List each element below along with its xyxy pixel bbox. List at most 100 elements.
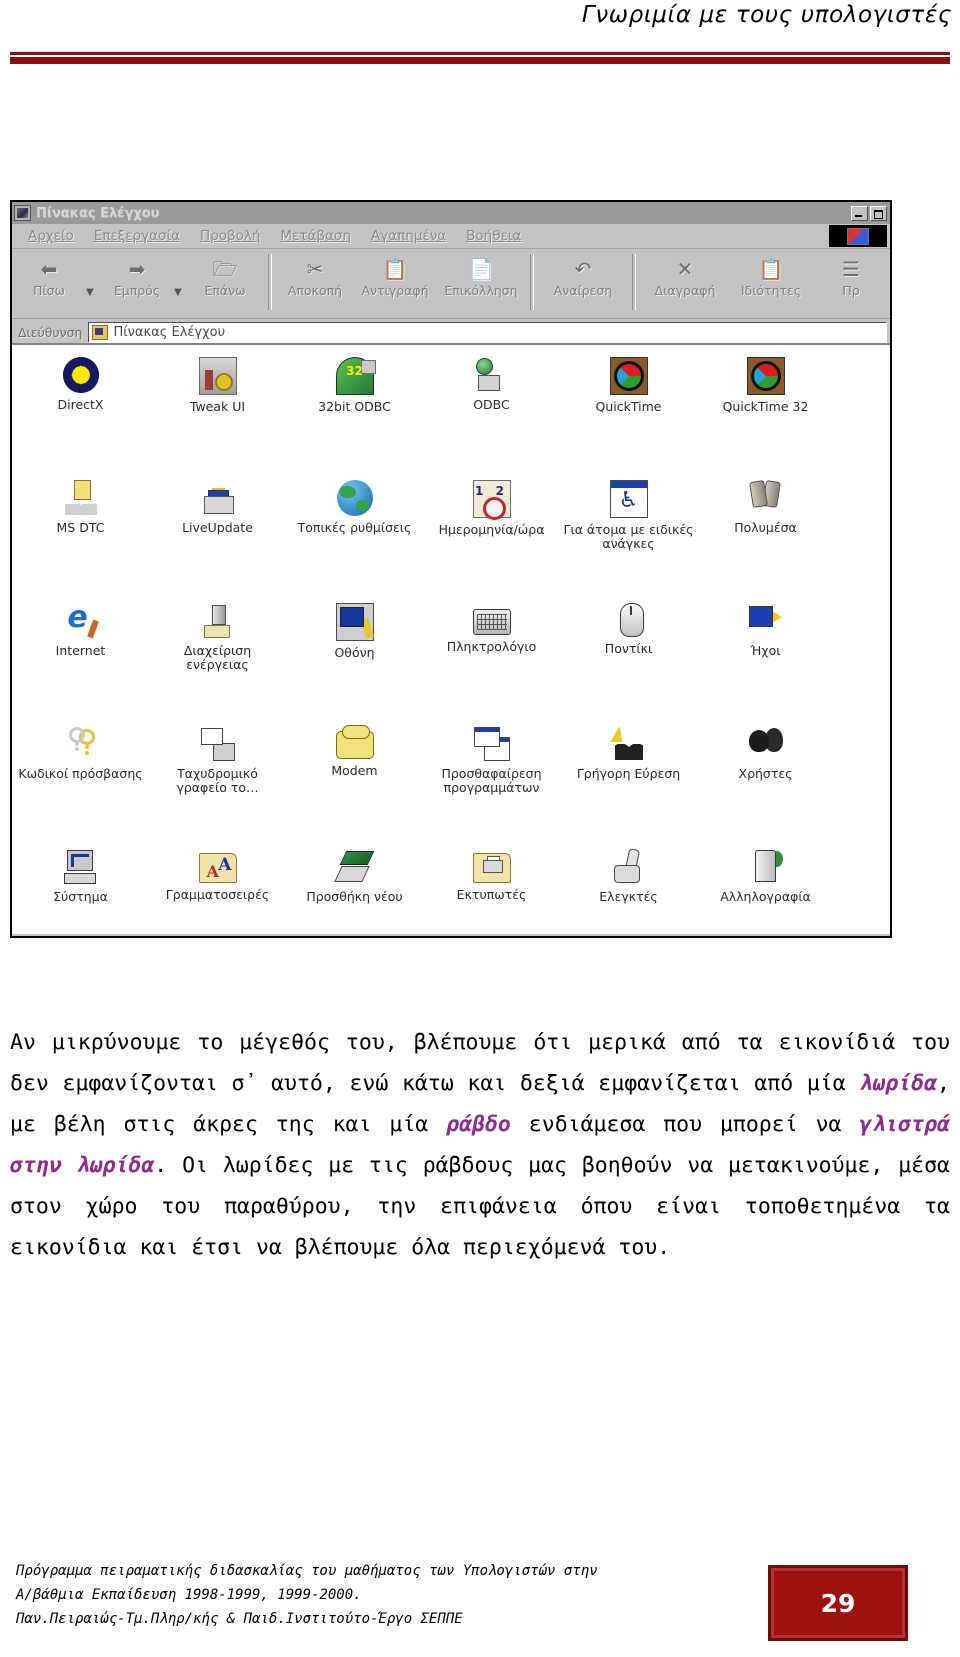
cp-item-multimedia[interactable]: Πολυμέσα: [697, 480, 834, 603]
cp-item-internet[interactable]: Internet: [12, 599, 149, 726]
cp-item-add-remove-programs[interactable]: Προσθαφαίρεση προγραμμάτων: [423, 726, 560, 849]
modem-icon: [335, 725, 374, 759]
cp-item-date-time[interactable]: Ημερομηνία/ώρα: [423, 480, 560, 603]
regional-settings-icon: [336, 480, 373, 516]
menu-item-edit-label: Επεξεργασία: [93, 228, 180, 244]
cp-item-ms-dtc[interactable]: MS DTC: [12, 480, 149, 603]
menu-item-go[interactable]: Μετάβαση: [270, 228, 361, 244]
forward-arrow-icon: ➡: [128, 256, 146, 281]
cp-item-regional-settings[interactable]: Τοπικές ρυθμίσεις: [286, 480, 423, 603]
back-dropdown-icon[interactable]: ▼: [86, 287, 100, 298]
toolbar-cut-label: Αποκοπή: [287, 283, 343, 298]
cp-item-mouse[interactable]: Ποντίκι: [560, 603, 697, 726]
properties-icon: 📋: [758, 256, 784, 281]
toolbar-up-button[interactable]: 🗁 Επάνω: [188, 254, 262, 297]
cp-item-liveupdate[interactable]: LiveUpdate: [149, 480, 286, 603]
cp-item-fonts[interactable]: Γραμματοσειρές: [149, 849, 286, 934]
icon-row: DirectX Tweak UI 32bit ODBC ODBC QuickTi…: [12, 357, 890, 480]
address-value: Πίνακας Ελέγχου: [113, 324, 226, 340]
address-label: Διεύθυνση: [18, 324, 83, 340]
page-header: Γνωριμία με τους υπολογιστές: [0, 0, 960, 68]
menu-item-help[interactable]: Βοήθεια: [456, 228, 531, 244]
system-icon: [63, 849, 99, 885]
control-panel-folder-icon: [92, 324, 109, 340]
display-icon: [335, 603, 374, 641]
body-term-stripe: λωρίδα: [859, 1070, 938, 1096]
page-footer: Πρόγραμμα πειραματικής διδασκαλίας του μ…: [16, 1559, 756, 1631]
add-new-hardware-icon: [337, 849, 373, 885]
cp-item-printers[interactable]: Εκτυπωτές: [423, 849, 560, 934]
cp-item-passwords[interactable]: Κωδικοί πρόσβασης: [12, 726, 149, 849]
cp-item-sounds[interactable]: Ήχοι: [697, 603, 834, 726]
address-input[interactable]: Πίνακας Ελέγχου: [88, 321, 887, 343]
cp-item-add-new-hardware[interactable]: Προσθήκη νέου: [286, 849, 423, 934]
mail-postoffice-icon: [200, 726, 236, 762]
cp-item-mail[interactable]: Αλληλογραφία: [697, 849, 834, 934]
cp-item-label: Πολυμέσα: [734, 520, 797, 535]
minimize-icon[interactable]: [851, 205, 868, 221]
body-part-1: Αν μικρύνουμε το μέγεθός του, βλέπουμε ό…: [10, 1029, 950, 1096]
menu-item-file-label: Αρχείο: [28, 228, 74, 244]
up-folder-icon: 🗁: [212, 256, 238, 281]
cp-item-tweak-ui[interactable]: Tweak UI: [149, 357, 286, 480]
cp-item-label: QuickTime: [595, 399, 662, 414]
toolbar-views-button[interactable]: ☰ Πρ: [814, 254, 888, 297]
multimedia-icon: [748, 480, 784, 516]
passwords-icon: [63, 726, 99, 762]
cp-item-accessibility[interactable]: Για άτομα με ειδικές ανάγκες: [560, 480, 697, 603]
forward-dropdown-icon[interactable]: ▼: [174, 287, 188, 298]
toolbar-delete-button[interactable]: ✕ Διαγραφή: [642, 254, 728, 297]
keyboard-icon: [472, 609, 511, 635]
menu-bar: Αρχείο Επεξεργασία Προβολή Μετάβαση Αγαπ…: [12, 224, 890, 249]
cp-item-label: Τοπικές ρυθμίσεις: [297, 520, 412, 535]
menu-item-view[interactable]: Προβολή: [190, 228, 270, 244]
copy-icon: 📋: [382, 256, 408, 281]
toolbar-back-button[interactable]: ⬅ Πίσω: [12, 254, 86, 297]
menu-item-favorites[interactable]: Αγαπημένα: [361, 228, 456, 244]
menu-item-file[interactable]: Αρχείο: [18, 228, 84, 244]
cp-item-modem[interactable]: Modem: [286, 725, 423, 849]
toolbar-cut-button[interactable]: ✂ Αποκοπή: [278, 254, 352, 297]
cp-item-label: Ποντίκι: [604, 641, 653, 656]
menu-item-favorites-label: Αγαπημένα: [371, 228, 447, 244]
toolbar-copy-button[interactable]: 📋 Αντιγραφή: [352, 254, 438, 297]
odbc-icon: [474, 357, 510, 393]
menu-item-edit[interactable]: Επεξεργασία: [84, 228, 190, 244]
body-term-bar: ράβδο: [446, 1111, 511, 1137]
toolbar-separator-2: [530, 254, 534, 310]
toolbar-paste-button[interactable]: 📄 Επικόλληση: [438, 254, 524, 297]
tweak-ui-icon: [198, 357, 237, 395]
users-icon: [748, 726, 784, 762]
cp-item-odbc[interactable]: ODBC: [423, 357, 560, 480]
cp-item-display[interactable]: Οθόνη: [286, 603, 423, 726]
directx-icon: [62, 357, 99, 393]
cp-item-label: QuickTime 32: [722, 399, 809, 414]
maximize-icon[interactable]: [870, 205, 887, 221]
cp-item-system[interactable]: Σύστημα: [12, 849, 149, 934]
cp-item-label: Σύστημα: [53, 889, 108, 904]
cp-item-directx[interactable]: DirectX: [12, 357, 149, 480]
date-time-icon: [472, 480, 511, 520]
cp-item-power-management[interactable]: Διαχείριση ενέργειας: [149, 603, 286, 726]
page-title: Γνωριμία με τους υπολογιστές: [581, 2, 952, 28]
cp-item-fast-find[interactable]: Γρήγορη Εύρεση: [560, 726, 697, 849]
control-panel-icon: [14, 205, 31, 221]
toolbar-undo-button[interactable]: ↶ Αναίρεση: [540, 254, 626, 297]
toolbar-up-label: Επάνω: [204, 283, 246, 298]
toolbar-properties-button[interactable]: 📋 Ιδιότητες: [728, 254, 814, 297]
toolbar: ⬅ Πίσω ▼ ➡ Εμπρός ▼ 🗁 Επάνω ✂ Αποκοπή 📋 …: [12, 249, 890, 319]
toolbar-copy-label: Αντιγραφή: [361, 283, 429, 298]
cp-item-users[interactable]: Χρήστες: [697, 726, 834, 849]
body-part-3: ενδιάμεσα που μπορεί να: [510, 1111, 860, 1137]
cp-item-label: ODBC: [473, 397, 510, 412]
control-panel-window: Πίνακας Ελέγχου Αρχείο Επεξεργασία Προβο…: [10, 200, 892, 938]
cp-item-keyboard[interactable]: Πληκτρολόγιο: [423, 603, 560, 726]
cp-item-quicktime-32[interactable]: QuickTime 32: [697, 357, 834, 480]
cp-item-quicktime[interactable]: QuickTime: [560, 357, 697, 480]
cp-item-mail-postoffice[interactable]: Ταχυδρομικό γραφείο το…: [149, 726, 286, 849]
cp-item-32bit-odbc[interactable]: 32bit ODBC: [286, 357, 423, 480]
icon-row: Σύστημα Γραμματοσειρές Προσθήκη νέου Εκτ…: [12, 849, 890, 934]
toolbar-forward-button[interactable]: ➡ Εμπρός: [100, 254, 174, 297]
cp-item-label: Προσθήκη νέου: [306, 889, 403, 904]
cp-item-game-controllers[interactable]: Ελεγκτές: [560, 849, 697, 934]
